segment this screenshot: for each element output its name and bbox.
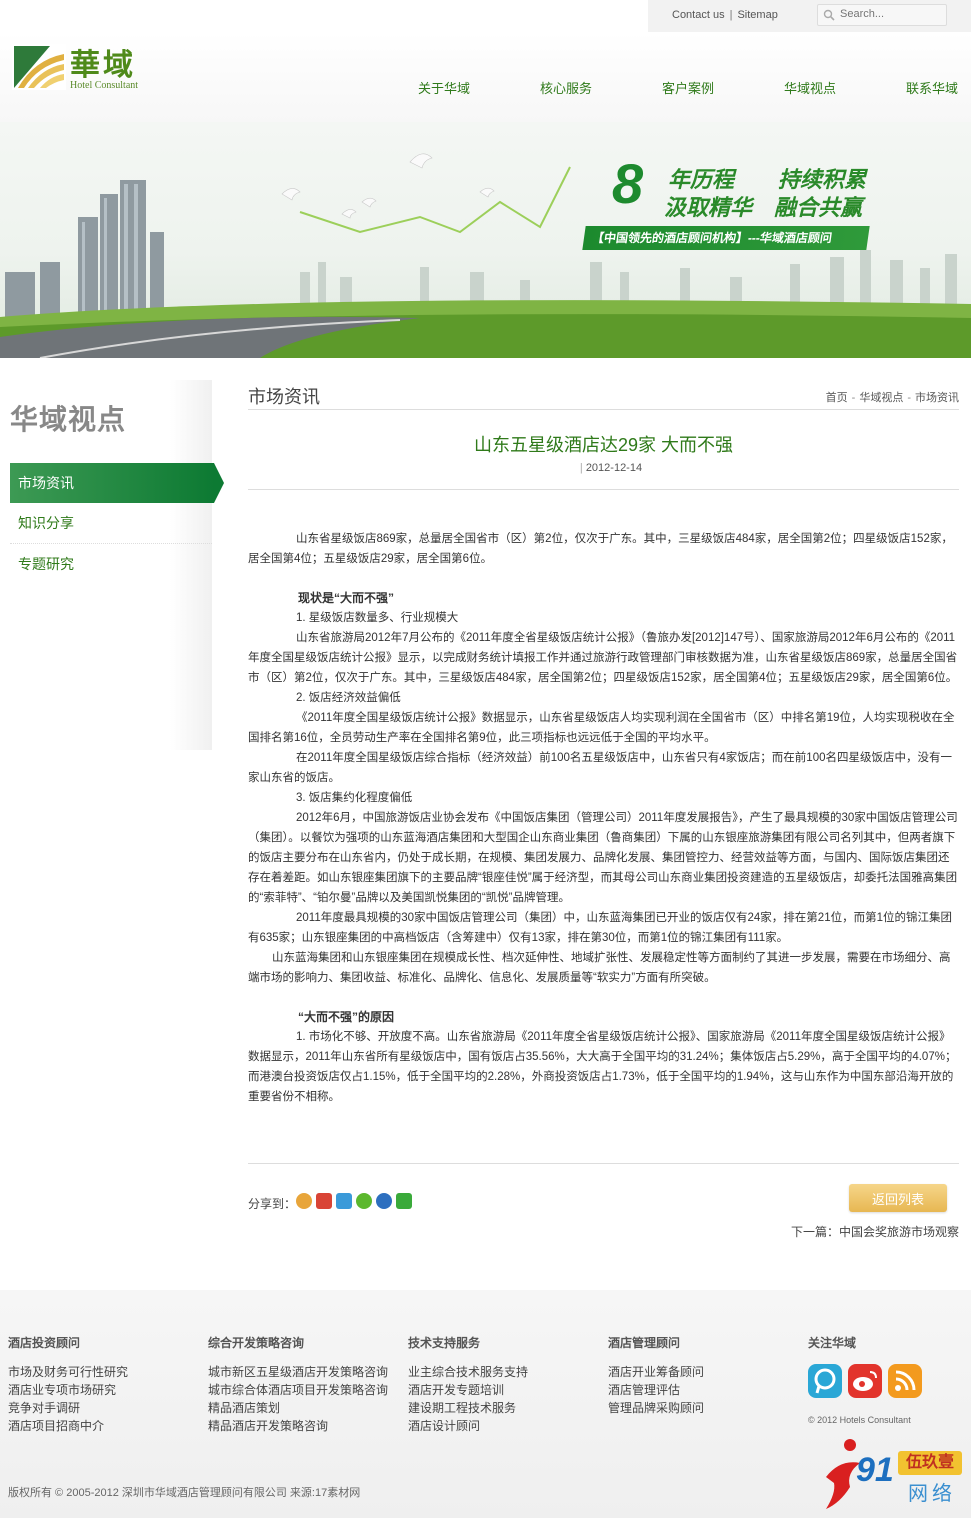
- section-title: 市场资讯: [248, 387, 320, 407]
- nav-item-services[interactable]: 核心服务: [540, 78, 592, 97]
- share-label: 分享到：: [248, 1197, 297, 1211]
- article-paragraph: 山东省星级饭店869家，总量居全国省市（区）第2位，仅次于广东。其中，三星级饭店…: [248, 533, 953, 565]
- sidebar-item-market-news[interactable]: 市场资讯: [10, 463, 224, 503]
- logo-chinese-name: 華域: [70, 48, 136, 83]
- footer-link[interactable]: 精品酒店开发策略咨询: [208, 1417, 388, 1435]
- article-paragraph: 2011年度最具规模的30家中国饭店管理公司（集团）中，山东蓝海集团已开业的饭店…: [248, 912, 952, 944]
- footer-link[interactable]: 市场及财务可行性研究: [8, 1363, 128, 1381]
- divider: [248, 1163, 959, 1164]
- footer-link[interactable]: 城市新区五星级酒店开发策略咨询: [208, 1363, 388, 1381]
- article-paragraph: 山东蓝海集团和山东银座集团在规模成长性、档次延伸性、地域扩张性、发展稳定性等方面…: [248, 952, 951, 984]
- footer-link[interactable]: 竞争对手调研: [8, 1399, 128, 1417]
- footer-column-investment: 酒店投资顾问 市场及财务可行性研究 酒店业专项市场研究 竞争对手调研 酒店项目招…: [8, 1334, 128, 1435]
- divider: [248, 409, 959, 410]
- share-wechat-icon[interactable]: [356, 1193, 372, 1209]
- breadcrumb-separator: -: [851, 392, 856, 404]
- banner-ribbon: 【中国领先的酒店顾问机构】---华域酒店顾问: [582, 226, 870, 250]
- article-heading: 现状是“大而不强”: [298, 591, 395, 605]
- search-icon[interactable]: [823, 9, 835, 21]
- breadcrumb-home[interactable]: 首页: [826, 392, 848, 404]
- article-date: 2012-12-14: [248, 462, 971, 474]
- footer-link[interactable]: 城市综合体酒店项目开发策略咨询: [208, 1381, 388, 1399]
- footer-column-technical: 技术支持服务 业主综合技术服务支持 酒店开发专题培训 建设期工程技术服务 酒店设…: [408, 1334, 528, 1435]
- search-box[interactable]: [817, 4, 947, 26]
- footer-column-heading: 关注华域: [808, 1336, 857, 1350]
- brand-91-number: 91: [856, 1451, 894, 1489]
- nav-item-about[interactable]: 关于华域: [418, 78, 470, 97]
- share-qzone-icon[interactable]: [296, 1193, 312, 1209]
- copyright: 版权所有 © 2005-2012 深圳市华域酒店管理顾问有限公司 来源:17素材…: [8, 1487, 361, 1499]
- next-article: 下一篇：中国会奖旅游市场观察: [600, 1223, 959, 1240]
- top-links-separator: |: [729, 9, 733, 21]
- footer-column-management: 酒店管理顾问 酒店开业筹备顾问 酒店管理评估 管理品牌采购顾问: [608, 1334, 704, 1417]
- nav-item-viewpoint[interactable]: 华域视点: [784, 78, 836, 97]
- logo-english-name: Hotel Consultant: [70, 80, 139, 91]
- footer-link[interactable]: 酒店设计顾问: [408, 1417, 528, 1435]
- article-subheading: 3. 饭店集约化程度偏低: [296, 792, 413, 804]
- brand-91-logo: 91 伍玖壹 网络: [820, 1437, 966, 1513]
- article-title: 山东五星级酒店达29家 大而不强: [473, 435, 734, 455]
- footer-link[interactable]: 酒店业专项市场研究: [8, 1381, 128, 1399]
- sitemap-link[interactable]: Sitemap: [737, 9, 777, 21]
- footer-column-heading: 综合开发策略咨询: [208, 1336, 305, 1350]
- brand-91-tag: 伍玖壹: [898, 1451, 962, 1475]
- small-copyright: © 2012 Hotels Consultant: [808, 1415, 911, 1425]
- breadcrumb-current[interactable]: 市场资讯: [915, 392, 959, 404]
- share-weibo-icon[interactable]: [316, 1193, 332, 1209]
- search-input[interactable]: [840, 6, 940, 22]
- banner-slogan-2b: 融合共赢: [774, 195, 863, 220]
- article-subheading: 2. 饭店经济效益偏低: [296, 692, 401, 704]
- banner-slogan-2a: 汲取精华: [664, 195, 753, 220]
- footer-link[interactable]: 精品酒店策划: [208, 1399, 388, 1417]
- footer-link[interactable]: 管理品牌采购顾问: [608, 1399, 704, 1417]
- article-heading: “大而不强”的原因: [298, 1010, 395, 1024]
- footer-link[interactable]: 酒店开发专题培训: [408, 1381, 528, 1399]
- footer-column-heading: 技术支持服务: [408, 1336, 481, 1350]
- article-body: 山东省星级饭店869家，总量居全国省市（区）第2位，仅次于广东。其中，三星级饭店…: [248, 529, 959, 1107]
- article-paragraph: 1. 市场化不够、开放度不高。山东省旅游局《2011年度全省星级饭店统计公报》、…: [248, 1031, 957, 1103]
- share-renren-icon[interactable]: [376, 1193, 392, 1209]
- article-paragraph: 《2011年度全国星级饭店统计公报》数据显示，山东省星级饭店人均实现利润在全国省…: [248, 712, 955, 744]
- nav-item-cases[interactable]: 客户案例: [662, 78, 714, 97]
- sidebar-item-knowledge[interactable]: 知识分享: [10, 503, 212, 544]
- back-to-list-button[interactable]: 返回列表: [849, 1184, 947, 1212]
- social-tqq-icon[interactable]: [808, 1364, 842, 1398]
- share-tqq-icon[interactable]: [336, 1193, 352, 1209]
- footer-link[interactable]: 建设期工程技术服务: [408, 1399, 528, 1417]
- nav-item-contact[interactable]: 联系华域: [906, 78, 958, 97]
- top-links: Contact us | Sitemap: [672, 9, 778, 21]
- article-paragraph: 2012年6月，中国旅游饭店业协会发布《中国饭店集团（管理公司）2011年度发展…: [248, 812, 958, 904]
- footer-link[interactable]: 酒店开业筹备顾问: [608, 1363, 704, 1381]
- footer-column-heading: 酒店管理顾问: [608, 1336, 681, 1350]
- footer-column-strategy: 综合开发策略咨询 城市新区五星级酒店开发策略咨询 城市综合体酒店项目开发策略咨询…: [208, 1334, 388, 1435]
- next-article-link[interactable]: 中国会奖旅游市场观察: [839, 1225, 959, 1239]
- breadcrumb-viewpoint[interactable]: 华域视点: [859, 392, 903, 404]
- contact-us-link[interactable]: Contact us: [672, 9, 725, 21]
- main-nav: 关于华域 核心服务 客户案例 华域视点 联系华域: [395, 78, 971, 98]
- footer-link[interactable]: 酒店项目招商中介: [8, 1417, 128, 1435]
- next-article-label: 下一篇：: [790, 1225, 839, 1239]
- sidebar-title: 华域视点: [10, 404, 127, 435]
- share-more-icon[interactable]: [396, 1193, 412, 1209]
- divider: [248, 489, 959, 490]
- brand-91-subtitle: 网络: [908, 1483, 956, 1505]
- article-subheading: 1. 星级饭店数量多、行业规模大: [296, 612, 459, 624]
- footer-link[interactable]: 酒店管理评估: [608, 1381, 704, 1399]
- banner-number: 8: [612, 152, 644, 215]
- sidebar-item-research[interactable]: 专题研究: [10, 544, 212, 584]
- article-paragraph: 山东省旅游局2012年7月公布的《2011年度全省星级饭店统计公报》（鲁旅办发[…: [248, 632, 958, 684]
- article-paragraph: 在2011年度全国星级饭店综合指标（经济效益）前100名五星级饭店中，山东省只有…: [248, 752, 952, 784]
- footer-column-heading: 酒店投资顾问: [8, 1336, 81, 1350]
- social-rss-icon[interactable]: [888, 1364, 922, 1398]
- breadcrumb-separator: -: [907, 392, 911, 404]
- social-weibo-icon[interactable]: [848, 1364, 882, 1398]
- footer-link[interactable]: 业主综合技术服务支持: [408, 1363, 528, 1381]
- footer-column-follow: 关注华域: [808, 1334, 856, 1363]
- hero-banner: 8 年历程 持续积累 汲取精华 融合共赢 【中国领先的酒店顾问机构】---华域酒…: [0, 122, 971, 358]
- breadcrumb: 首页 - 华域视点 - 市场资讯: [700, 389, 959, 405]
